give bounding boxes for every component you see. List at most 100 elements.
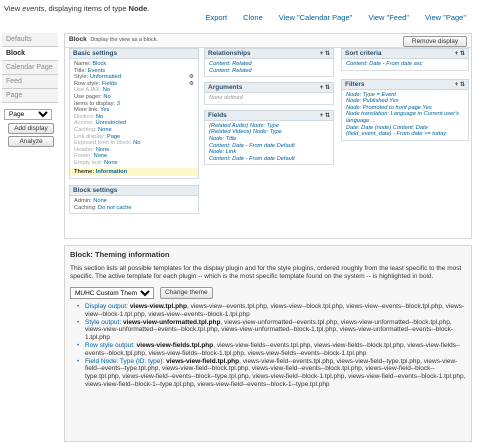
setting-title-value[interactable]: Events bbox=[88, 68, 105, 74]
add-rearrange-icons[interactable]: + ⇅ bbox=[320, 111, 330, 121]
tab-view-feed[interactable]: View "Feed" bbox=[360, 13, 417, 22]
field-item[interactable]: Node: Title bbox=[209, 136, 329, 143]
tab-clone[interactable]: Clone bbox=[235, 13, 271, 22]
setting-label: Row style: bbox=[74, 80, 101, 87]
relationship-item[interactable]: Content: Related bbox=[209, 68, 329, 75]
template-key-link[interactable]: Row style output: bbox=[85, 342, 135, 349]
setting-items-value[interactable]: 3 bbox=[117, 101, 120, 107]
display-type-select[interactable]: Page bbox=[4, 109, 52, 120]
fields-body: (Related Audio) Node: Type (Related Vide… bbox=[204, 120, 334, 166]
add-rearrange-icons[interactable]: + ⇅ bbox=[320, 49, 330, 59]
template-key-link[interactable]: Field Node: Type (ID: type): bbox=[85, 358, 164, 365]
filters-title: Filters bbox=[345, 80, 365, 88]
filter-item[interactable]: Node translation: Language in Current us… bbox=[346, 111, 464, 124]
setting-access-value[interactable]: Unrestricted bbox=[96, 120, 127, 126]
fields-header: Fields + ⇅ bbox=[204, 109, 334, 121]
list-item: Style output: views-view-unformatted.tpl… bbox=[77, 319, 466, 342]
active-template: views-view-field.tpl.php bbox=[166, 357, 240, 365]
arguments-body: None defined bbox=[204, 93, 334, 105]
list-item: Row style output: views-view-fields.tpl.… bbox=[77, 342, 466, 358]
page-header: View events, displaying items of type No… bbox=[4, 4, 149, 13]
list-item: Display output: views-view.tpl.php, view… bbox=[77, 303, 466, 319]
add-rearrange-icons[interactable]: + ⇅ bbox=[455, 49, 465, 59]
template-key-link[interactable]: Style output: bbox=[85, 319, 121, 326]
sidebar-item-page[interactable]: Page bbox=[2, 89, 58, 103]
theme-select[interactable]: MUHC Custom Theme bbox=[70, 287, 154, 299]
filter-item[interactable]: Date: Date (node) Content: Date (field_e… bbox=[346, 125, 464, 138]
field-item[interactable]: Content: Date - From date Default bbox=[209, 156, 329, 163]
basic-settings-column: Basic settings Name: Block Title: Events… bbox=[69, 48, 199, 215]
setting-label: Name: bbox=[74, 61, 91, 67]
change-theme-button[interactable]: Change theme bbox=[160, 287, 213, 299]
setting-label: Use AJAX: bbox=[74, 87, 102, 94]
setting-label: Caching: bbox=[74, 204, 97, 211]
setting-more-link-value[interactable]: Yes bbox=[100, 107, 109, 113]
block-caching-value[interactable]: Do not cache bbox=[98, 205, 132, 211]
theming-title: Block: Theming information bbox=[70, 250, 170, 259]
filter-item[interactable]: Node: Promoted to front page Yes bbox=[346, 105, 464, 112]
add-display-button[interactable]: Add display bbox=[8, 123, 54, 134]
filter-item[interactable]: Node: Type = Event bbox=[346, 92, 464, 99]
gear-icon[interactable]: ⚙ bbox=[189, 74, 194, 81]
remove-display-button[interactable]: Remove display bbox=[403, 36, 467, 47]
active-template: views-view.tpl.php bbox=[129, 303, 187, 310]
sidebar-item-feed[interactable]: Feed bbox=[2, 75, 58, 89]
displays-sidebar: Defaults Block Calendar Page Feed Page P… bbox=[2, 33, 58, 147]
gear-icon[interactable]: ⚙ bbox=[189, 81, 194, 88]
setting-theme-value[interactable]: Information bbox=[96, 169, 127, 175]
setting-pager-value[interactable]: No bbox=[103, 94, 110, 100]
display-description: Display the view as a block. bbox=[90, 37, 158, 43]
field-item[interactable]: (Related Videos) Node: Type bbox=[209, 129, 329, 136]
template-key-link[interactable]: Display output: bbox=[85, 303, 128, 310]
field-item[interactable]: (Related Audio) Node: Type bbox=[209, 123, 329, 130]
setting-header-value[interactable]: None bbox=[96, 147, 110, 153]
active-template: views-view-fields.tpl.php bbox=[136, 341, 214, 349]
setting-style-value[interactable]: Unformatted bbox=[90, 74, 121, 80]
sort-criteria-body: Content: Date - From date asc bbox=[341, 59, 469, 71]
analyze-button[interactable]: Analyze bbox=[8, 136, 54, 147]
theming-information-panel: Block: Theming information This section … bbox=[64, 245, 472, 442]
arguments-title: Arguments bbox=[208, 84, 243, 92]
add-rearrange-icons[interactable]: + ⇅ bbox=[455, 80, 465, 90]
sidebar-item-block[interactable]: Block bbox=[2, 47, 58, 61]
field-item[interactable]: Node: Link bbox=[209, 149, 329, 156]
arguments-empty: None defined bbox=[209, 95, 243, 102]
setting-label: Items to display: bbox=[74, 100, 116, 107]
setting-label: Admin: bbox=[74, 198, 92, 205]
setting-label: Title: bbox=[74, 67, 87, 74]
relationship-item[interactable]: Content: Related bbox=[209, 61, 329, 68]
sidebar-item-defaults[interactable]: Defaults bbox=[2, 33, 58, 47]
block-settings-header: Block settings bbox=[69, 185, 199, 197]
sidebar-item-calendar-page[interactable]: Calendar Page bbox=[2, 61, 58, 75]
setting-ajax-value[interactable]: No bbox=[103, 87, 110, 93]
setting-label: Empty text: bbox=[74, 159, 103, 166]
block-admin-value[interactable]: None bbox=[93, 198, 107, 204]
filter-item[interactable]: Node: Published Yes bbox=[346, 98, 464, 105]
header-text-mid: , displaying items of type bbox=[44, 4, 129, 13]
sort-title: Sort criteria bbox=[345, 50, 382, 57]
setting-row-style-value[interactable]: Fields bbox=[102, 81, 117, 87]
setting-label: Theme: bbox=[74, 168, 95, 175]
tab-view-calendar-page[interactable]: View "Calendar Page" bbox=[271, 13, 361, 22]
setting-label: Use pager: bbox=[74, 93, 102, 100]
view-type: Node bbox=[128, 4, 148, 13]
setting-label: Access: bbox=[74, 120, 94, 127]
setting-caching-value[interactable]: None bbox=[98, 127, 112, 133]
relationships-body: Content: Related Content: Related bbox=[204, 59, 334, 78]
setting-link-display-value[interactable]: Page bbox=[107, 134, 120, 140]
display-panel: Block Display the view as a block. Remov… bbox=[64, 33, 472, 239]
field-item[interactable]: Content: Date - From date Default bbox=[209, 143, 329, 150]
sort-item[interactable]: Content: Date - From date asc bbox=[346, 61, 464, 68]
view-tabs: Export Clone View "Calendar Page" View "… bbox=[197, 13, 474, 22]
setting-label: Footer: bbox=[74, 153, 93, 160]
tab-export[interactable]: Export bbox=[197, 13, 235, 22]
setting-distinct-value[interactable]: No bbox=[96, 114, 103, 120]
setting-exposed-form-value[interactable]: No bbox=[133, 140, 140, 146]
add-rearrange-icons[interactable]: + ⇅ bbox=[320, 83, 330, 93]
setting-empty-text-value[interactable]: None bbox=[104, 160, 118, 166]
tab-view-page[interactable]: View "Page" bbox=[417, 13, 474, 22]
setting-name-value[interactable]: Block bbox=[92, 61, 106, 67]
setting-label: Distinct: bbox=[74, 113, 95, 120]
display-title: Block bbox=[69, 36, 87, 43]
setting-footer-value[interactable]: None bbox=[94, 153, 108, 159]
